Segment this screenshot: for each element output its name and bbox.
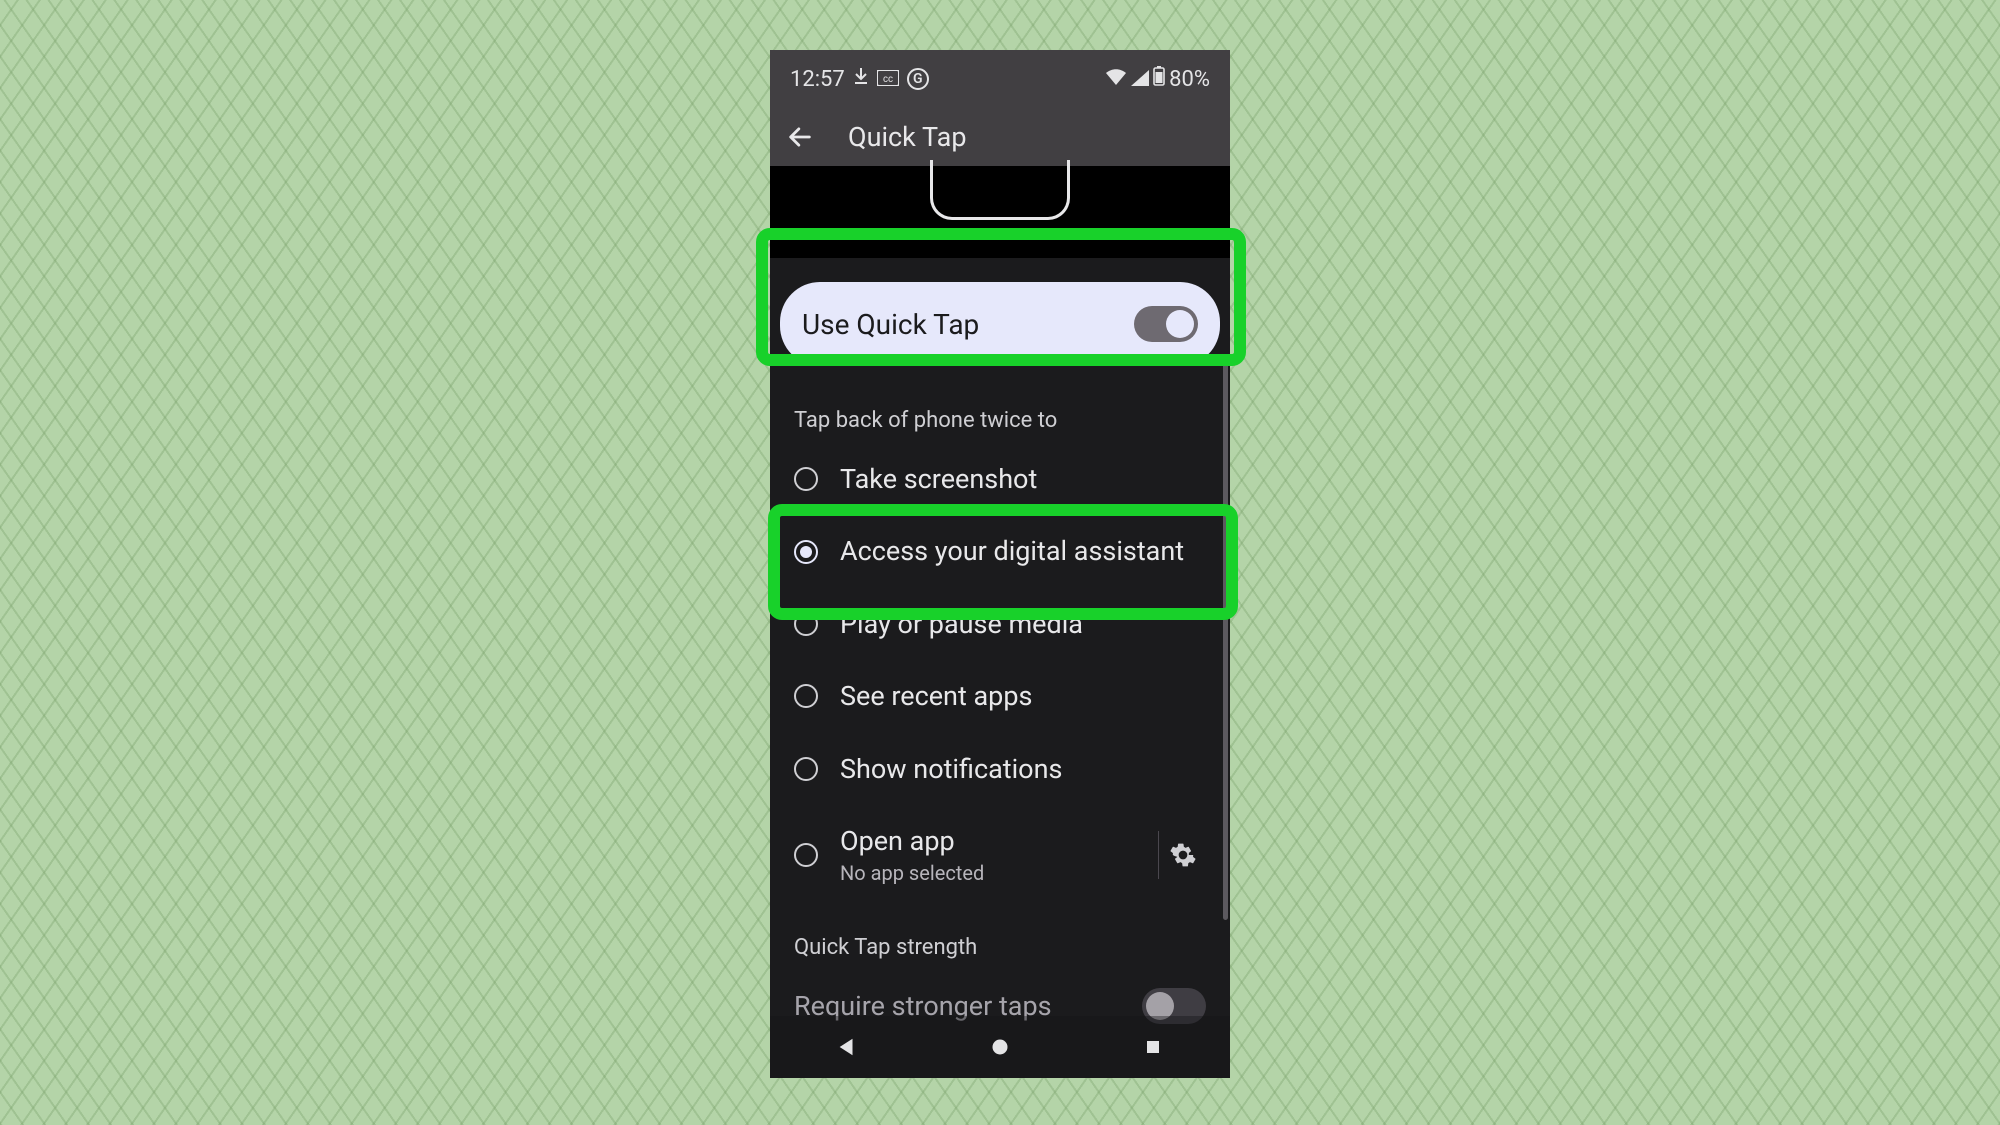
download-icon bbox=[853, 67, 869, 92]
phone-frame: 12:57 cc G 80% Quick Tap bbox=[770, 50, 1230, 1078]
radio-option-media[interactable]: Play or pause media bbox=[770, 588, 1230, 660]
nav-home-button[interactable] bbox=[970, 1027, 1030, 1067]
nav-back-button[interactable] bbox=[817, 1027, 877, 1067]
radio-label-stack: Show notifications bbox=[840, 753, 1206, 785]
use-quick-tap-switch[interactable] bbox=[1134, 306, 1198, 342]
circle-home-icon bbox=[990, 1037, 1010, 1057]
radio-option-screenshot[interactable]: Take screenshot bbox=[770, 443, 1230, 515]
use-quick-tap-row[interactable]: Use Quick Tap bbox=[780, 282, 1220, 366]
cell-signal-icon bbox=[1131, 67, 1149, 92]
radio-label-stack: See recent apps bbox=[840, 680, 1206, 712]
square-recent-icon bbox=[1144, 1038, 1162, 1056]
radio-label-stack: Play or pause media bbox=[840, 608, 1206, 640]
back-button[interactable] bbox=[780, 117, 820, 157]
cc-badge-icon: cc bbox=[877, 67, 899, 92]
status-right: 80% bbox=[1105, 66, 1210, 92]
action-radio-list: Take screenshot Access your digital assis… bbox=[770, 443, 1230, 905]
radio-label: Play or pause media bbox=[840, 608, 1206, 640]
battery-percent: 80% bbox=[1169, 67, 1210, 92]
battery-icon bbox=[1153, 66, 1165, 92]
triangle-back-icon bbox=[836, 1036, 858, 1058]
radio-sublabel: No app selected bbox=[840, 861, 1130, 885]
radio-icon bbox=[794, 757, 818, 781]
radio-icon bbox=[794, 684, 818, 708]
radio-label-stack: Take screenshot bbox=[840, 463, 1206, 495]
radio-option-assistant[interactable]: Access your digital assistant bbox=[770, 515, 1230, 587]
arrow-left-icon bbox=[786, 123, 814, 151]
status-left: 12:57 cc G bbox=[790, 67, 929, 92]
radio-option-notifications[interactable]: Show notifications bbox=[770, 733, 1230, 805]
use-quick-tap-label: Use Quick Tap bbox=[802, 308, 979, 341]
status-time: 12:57 bbox=[790, 67, 845, 92]
radio-option-openapp[interactable]: Open app No app selected bbox=[770, 805, 1230, 905]
radio-label: Show notifications bbox=[840, 753, 1206, 785]
app-header: Quick Tap bbox=[770, 108, 1230, 166]
radio-label-stack: Access your digital assistant bbox=[840, 535, 1206, 567]
open-app-settings-button[interactable] bbox=[1158, 831, 1206, 879]
device-outline-graphic bbox=[930, 160, 1070, 220]
wifi-icon bbox=[1105, 67, 1127, 92]
gear-icon bbox=[1170, 842, 1196, 868]
radio-icon bbox=[794, 540, 818, 564]
radio-icon bbox=[794, 843, 818, 867]
radio-icon bbox=[794, 612, 818, 636]
radio-option-recent[interactable]: See recent apps bbox=[770, 660, 1230, 732]
section-strength-title: Quick Tap strength bbox=[770, 905, 1230, 970]
page-title: Quick Tap bbox=[848, 121, 966, 153]
nav-recent-button[interactable] bbox=[1123, 1027, 1183, 1067]
scroll-indicator bbox=[1223, 360, 1228, 920]
svg-text:cc: cc bbox=[883, 74, 893, 85]
radio-label: Access your digital assistant bbox=[840, 535, 1206, 567]
radio-label: Take screenshot bbox=[840, 463, 1206, 495]
radio-label: See recent apps bbox=[840, 680, 1206, 712]
radio-label: Open app bbox=[840, 825, 1130, 857]
section-tap-action-title: Tap back of phone twice to bbox=[770, 366, 1230, 443]
google-icon: G bbox=[907, 68, 929, 90]
radio-label-stack: Open app No app selected bbox=[840, 825, 1130, 885]
system-nav-bar bbox=[770, 1016, 1230, 1078]
switch-knob bbox=[1166, 310, 1194, 338]
status-bar: 12:57 cc G 80% bbox=[770, 50, 1230, 108]
radio-icon bbox=[794, 467, 818, 491]
device-preview bbox=[770, 166, 1230, 258]
